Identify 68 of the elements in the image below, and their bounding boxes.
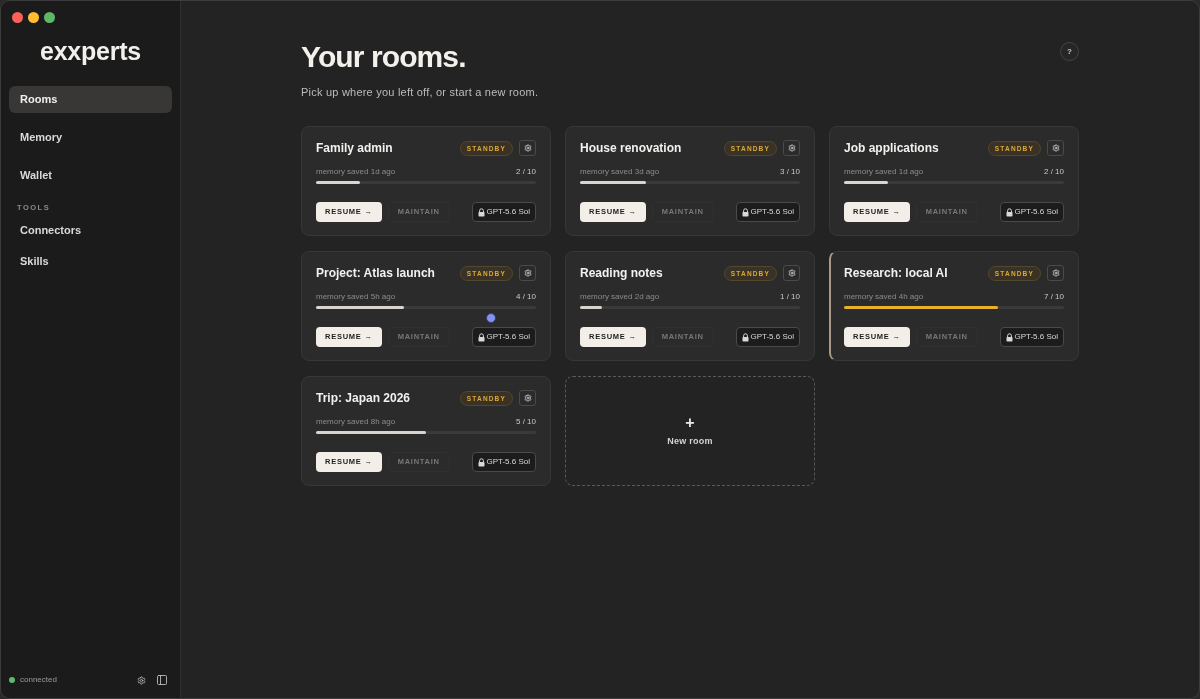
sidebar-item[interactable]: Skills bbox=[9, 248, 172, 275]
memory-count: 4 / 10 bbox=[516, 290, 536, 303]
settings-button[interactable] bbox=[519, 265, 536, 281]
memory-saved-text: memory saved 1d ago bbox=[844, 165, 924, 178]
connection-status-text: connected bbox=[20, 674, 57, 686]
sidebar-toggle-button[interactable] bbox=[156, 674, 168, 686]
settings-button[interactable] bbox=[1047, 265, 1064, 281]
memory-count: 3 / 10 bbox=[780, 165, 800, 178]
settings-icon bbox=[787, 269, 796, 277]
memory-saved-text: memory saved 2d ago bbox=[580, 290, 660, 303]
room-title: Research: local AI bbox=[844, 265, 948, 282]
settings-icon bbox=[523, 394, 532, 402]
page-subtitle: Pick up where you left off, or start a new room. bbox=[301, 85, 539, 99]
sidebar-item[interactable]: Rooms bbox=[9, 86, 172, 113]
lock-icon bbox=[742, 207, 750, 217]
settings-icon bbox=[1051, 269, 1060, 277]
memory-saved-text: memory saved 4h ago bbox=[844, 290, 924, 303]
sidebar-item[interactable]: Wallet bbox=[9, 162, 172, 189]
memory-saved-text: memory saved 1d ago bbox=[316, 165, 396, 178]
room-title: Family admin bbox=[316, 140, 393, 157]
settings-button[interactable] bbox=[519, 390, 536, 406]
memory-count: 2 / 10 bbox=[1044, 165, 1064, 178]
model-button[interactable]: GPT-5.6 Sol bbox=[472, 327, 536, 347]
lock-icon bbox=[478, 457, 486, 467]
room-title: House renovation bbox=[580, 140, 682, 157]
settings-icon bbox=[523, 269, 532, 277]
lock-icon bbox=[478, 332, 486, 342]
model-button[interactable]: GPT-5.6 Sol bbox=[736, 327, 800, 347]
page-title: Your rooms. bbox=[301, 39, 466, 75]
memory-count: 7 / 10 bbox=[1044, 290, 1064, 303]
memory-saved-text: memory saved 3d ago bbox=[580, 165, 660, 178]
model-button[interactable]: GPT-5.6 Sol bbox=[736, 202, 800, 222]
memory-count: 5 / 10 bbox=[516, 415, 536, 428]
room-title: Job applications bbox=[844, 140, 939, 157]
sidebar-item[interactable]: Memory bbox=[9, 124, 172, 151]
lock-icon bbox=[1006, 207, 1014, 217]
room-title: Project: Atlas launch bbox=[316, 265, 435, 282]
settings-icon bbox=[523, 144, 532, 152]
model-button[interactable]: GPT-5.6 Sol bbox=[1000, 327, 1064, 347]
plus-icon: + bbox=[685, 415, 695, 432]
sidebar-item[interactable]: Connectors bbox=[9, 217, 172, 244]
help-button[interactable]: ? bbox=[1060, 42, 1079, 61]
app-logo: exxperts bbox=[40, 38, 141, 64]
settings-icon bbox=[136, 675, 146, 685]
memory-saved-text: memory saved 5h ago bbox=[316, 290, 396, 303]
memory-count: 1 / 10 bbox=[780, 290, 800, 303]
maximize-button[interactable] bbox=[44, 12, 55, 23]
new-room-button[interactable]: + New room bbox=[565, 376, 815, 486]
memory-saved-text: memory saved 8h ago bbox=[316, 415, 396, 428]
settings-button[interactable] bbox=[519, 140, 536, 156]
settings-button[interactable] bbox=[135, 674, 147, 686]
sidebar-panel-icon bbox=[156, 674, 168, 686]
model-button[interactable]: GPT-5.6 Sol bbox=[1000, 202, 1064, 222]
room-title: Reading notes bbox=[580, 265, 663, 282]
minimize-button[interactable] bbox=[28, 12, 39, 23]
lock-icon bbox=[1006, 332, 1014, 342]
settings-icon bbox=[787, 144, 796, 152]
settings-button[interactable] bbox=[783, 265, 800, 281]
room-title: Trip: Japan 2026 bbox=[316, 390, 411, 407]
settings-button[interactable] bbox=[783, 140, 800, 156]
model-button[interactable]: GPT-5.6 Sol bbox=[472, 202, 536, 222]
close-button[interactable] bbox=[12, 12, 23, 23]
settings-button[interactable] bbox=[1047, 140, 1064, 156]
model-button[interactable]: GPT-5.6 Sol bbox=[472, 452, 536, 472]
lock-icon bbox=[742, 332, 750, 342]
settings-icon bbox=[1051, 144, 1060, 152]
lock-icon bbox=[478, 207, 486, 217]
memory-count: 2 / 10 bbox=[516, 165, 536, 178]
